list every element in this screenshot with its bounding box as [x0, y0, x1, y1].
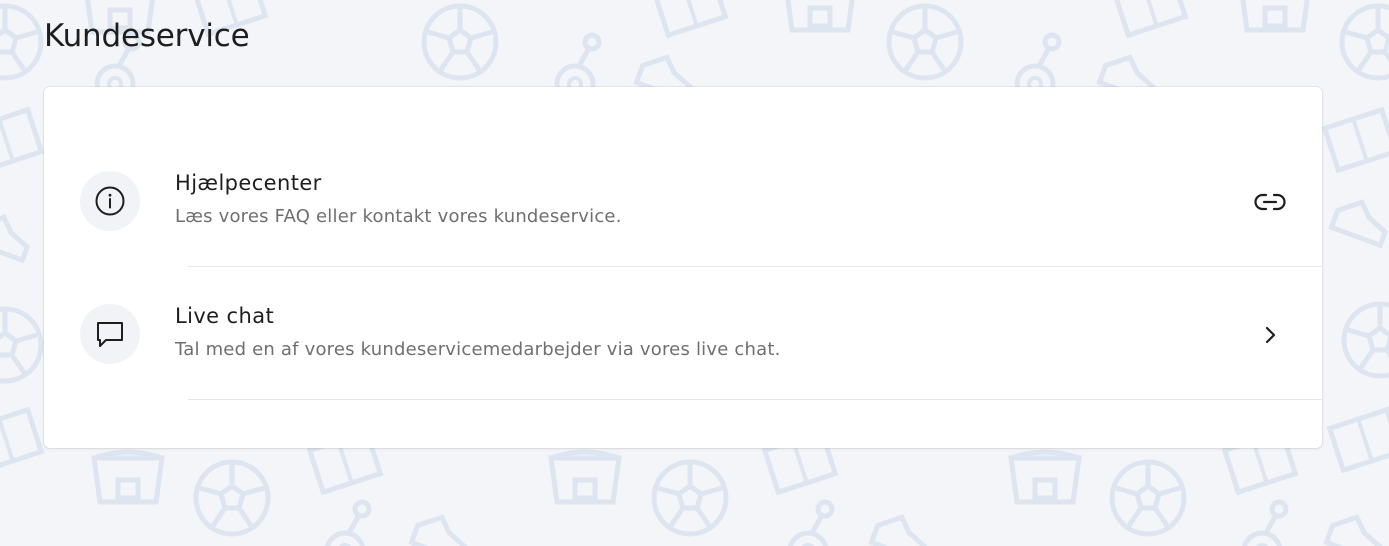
link-icon — [1254, 193, 1286, 211]
help-center-title: Hjælpecenter — [175, 171, 322, 195]
live-chat-description: Tal med en af vores kundeservicemedarbej… — [175, 339, 781, 360]
help-center-description: Læs vores FAQ eller kontakt vores kundes… — [175, 206, 622, 227]
chat-icon-badge — [80, 304, 140, 364]
page-title: Kundeservice — [44, 18, 250, 54]
customer-service-card: Hjælpecenter Læs vores FAQ eller kontakt… — [44, 87, 1322, 448]
chevron-right-icon — [1265, 326, 1276, 344]
external-link-button[interactable] — [1254, 186, 1286, 218]
chat-icon — [97, 322, 123, 347]
row-divider — [188, 399, 1322, 400]
info-icon — [95, 186, 125, 216]
open-chat-button[interactable] — [1254, 319, 1286, 351]
info-icon-badge — [80, 171, 140, 231]
live-chat-row[interactable]: Live chat Tal med en af vores kundeservi… — [44, 267, 1322, 400]
help-center-row[interactable]: Hjælpecenter Læs vores FAQ eller kontakt… — [44, 134, 1322, 267]
live-chat-title: Live chat — [175, 304, 275, 328]
